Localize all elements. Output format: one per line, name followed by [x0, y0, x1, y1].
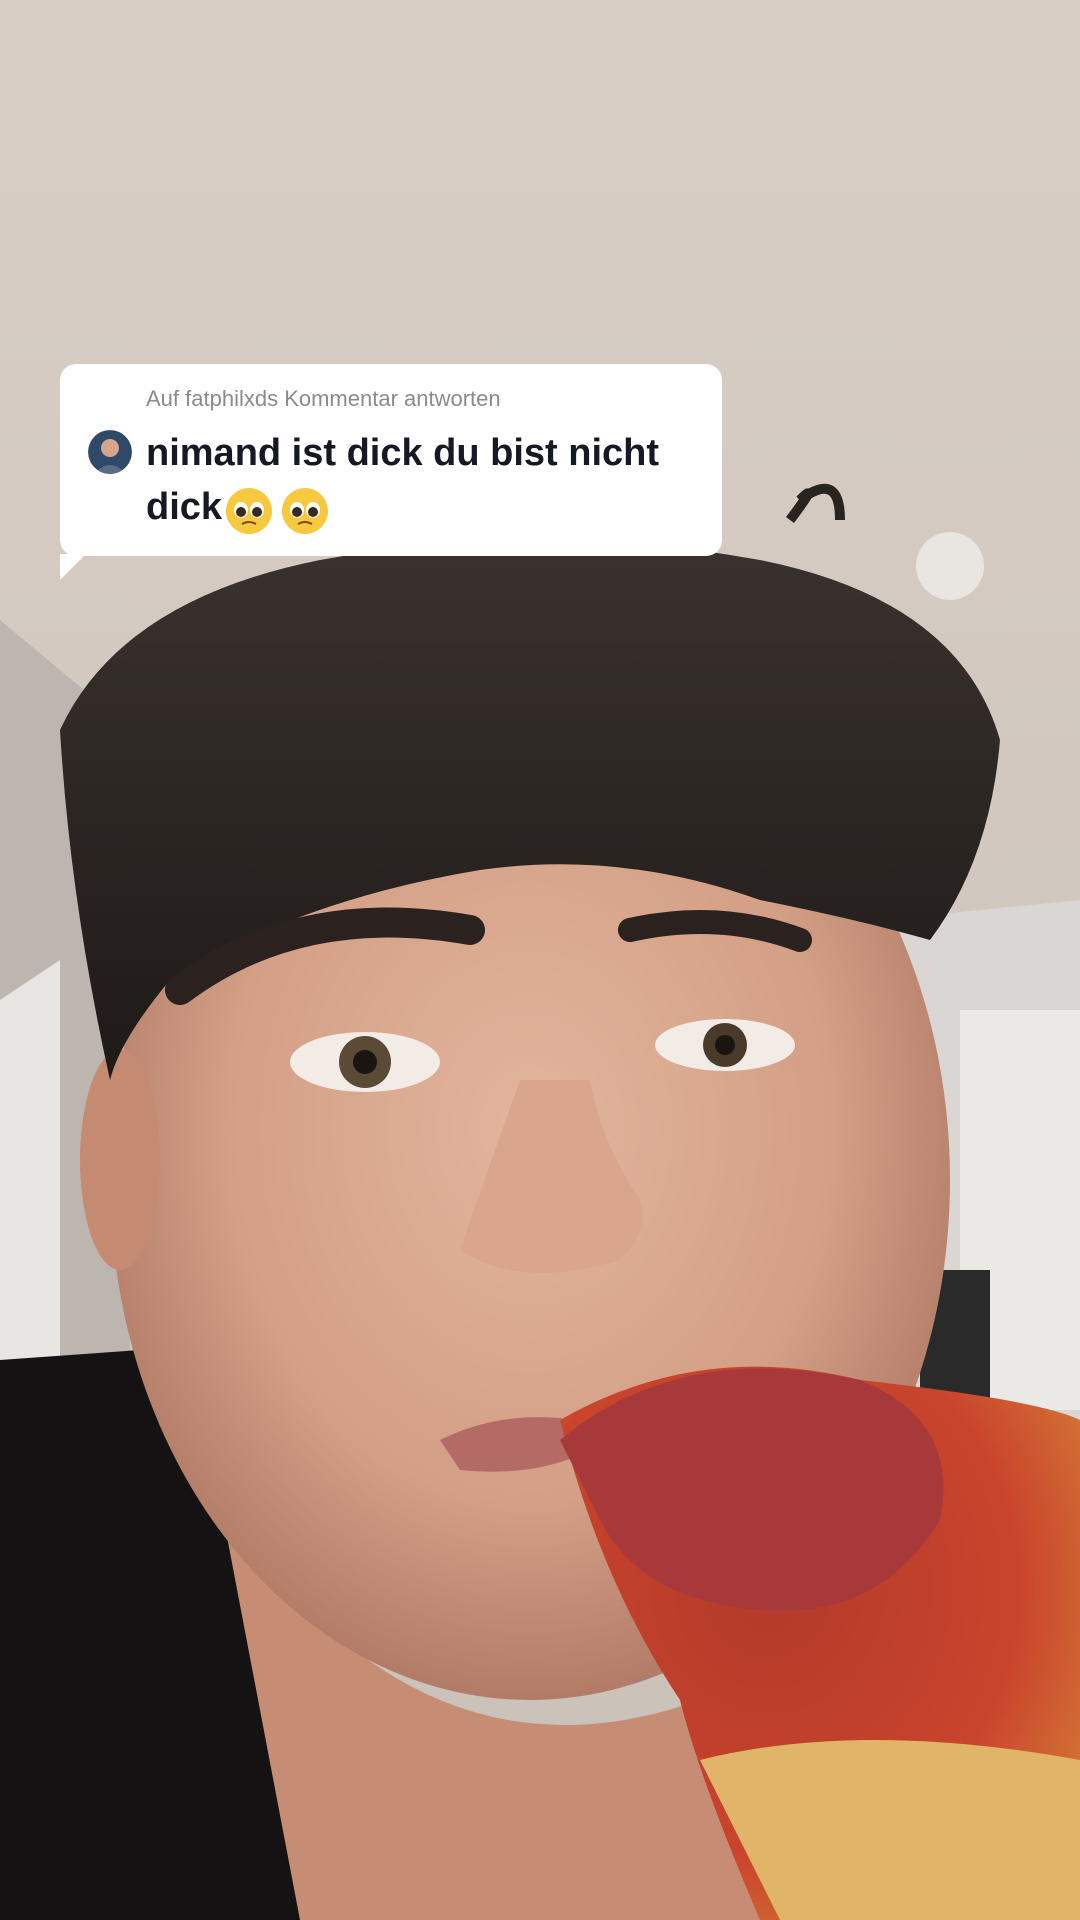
video-screen[interactable]: Auf fatphilxds Kommentar antworten niman…: [0, 0, 1080, 1920]
video-frame[interactable]: [0, 0, 1080, 1920]
reply-comment-text: nimand ist dick du bist nicht dick: [146, 432, 660, 528]
reply-header: Auf fatphilxds Kommentar antworten: [146, 386, 501, 411]
reply-comment-text-container: nimand ist dick du bist nicht dick: [146, 426, 706, 536]
bubble-tail: [60, 554, 86, 580]
pleading-face-icon: [282, 487, 329, 534]
commenter-avatar[interactable]: [88, 430, 132, 474]
reply-comment-sticker[interactable]: Auf fatphilxds Kommentar antworten niman…: [60, 364, 722, 580]
avatar-image: [88, 430, 132, 474]
pleading-face-icon: [226, 487, 273, 534]
